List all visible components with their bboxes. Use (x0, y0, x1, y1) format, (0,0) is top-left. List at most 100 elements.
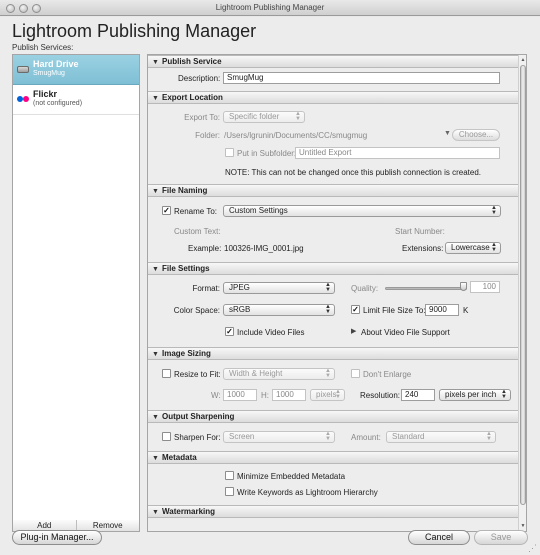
resize-grip-icon[interactable]: ⋰ (528, 543, 538, 553)
width-label: W: (211, 391, 221, 400)
quality-field[interactable]: 100 (470, 281, 500, 293)
flickr-icon (17, 93, 29, 105)
minimize-metadata-checkbox[interactable] (225, 471, 234, 480)
about-video-disclosure-icon[interactable]: ▶ (351, 327, 356, 335)
hard-drive-icon (17, 66, 29, 73)
popup-arrows-icon: ▲ ▼ (335, 389, 341, 400)
limit-file-size-unit: K (463, 306, 469, 315)
section-title: File Naming (162, 186, 208, 195)
section-title: Metadata (162, 453, 197, 462)
dont-enlarge-label: Don't Enlarge (363, 370, 412, 379)
popup-arrows-icon: ▲ ▼ (491, 205, 497, 216)
settings-pane: ▼ Publish Service Description: SmugMug ▼… (147, 54, 527, 532)
color-space-popup[interactable]: sRGB ▲ ▼ (223, 304, 335, 316)
custom-text-label: Custom Text: (174, 227, 221, 236)
limit-file-size-field[interactable]: 9000 (425, 304, 459, 316)
section-title: Output Sharpening (162, 412, 235, 421)
zoom-window-icon[interactable] (32, 4, 41, 13)
plugin-manager-button[interactable]: Plug-in Manager... (12, 530, 102, 545)
popup-arrows-icon: ▲ ▼ (325, 431, 331, 442)
resolution-unit-value: pixels per inch (445, 390, 497, 399)
description-label: Description: (178, 74, 221, 83)
limit-file-size-checkbox[interactable]: ✓ (351, 305, 360, 314)
service-name: Flickr (33, 89, 58, 99)
settings-scrollbar[interactable]: ▲ ▼ (518, 55, 526, 531)
width-field[interactable]: 1000 (223, 389, 257, 401)
cancel-button[interactable]: Cancel (408, 530, 470, 545)
service-name: Hard Drive (33, 59, 79, 69)
section-header-metadata[interactable]: ▼ Metadata (148, 451, 519, 464)
popup-arrows-icon: ▲ ▼ (486, 431, 492, 442)
include-video-checkbox[interactable]: ✓ (225, 327, 234, 336)
sharpen-for-checkbox[interactable] (162, 432, 171, 441)
scrollbar-thumb[interactable] (520, 65, 526, 505)
choose-folder-button[interactable]: Choose... (452, 129, 500, 141)
rename-template-value: Custom Settings (229, 206, 288, 215)
rename-template-popup[interactable]: Custom Settings ▲ ▼ (223, 205, 501, 217)
write-keywords-checkbox[interactable] (225, 487, 234, 496)
dont-enlarge-checkbox[interactable] (351, 369, 360, 378)
scroll-up-icon[interactable]: ▲ (520, 57, 526, 63)
height-field[interactable]: 1000 (272, 389, 306, 401)
popup-arrows-icon: ▲ ▼ (295, 111, 301, 122)
close-window-icon[interactable] (6, 4, 15, 13)
example-label: Example: (188, 244, 222, 253)
disclosure-triangle-icon: ▼ (152, 59, 159, 66)
disclosure-triangle-icon: ▼ (152, 414, 159, 421)
resize-to-fit-value: Width & Height (229, 369, 283, 378)
folder-label: Folder: (195, 131, 220, 140)
resolution-field[interactable]: 240 (401, 389, 435, 401)
put-in-subfolder-checkbox[interactable] (225, 148, 234, 157)
disclosure-triangle-icon: ▼ (152, 351, 159, 358)
section-title: File Settings (162, 264, 210, 273)
subfolder-field[interactable]: Untitled Export (295, 147, 500, 159)
sharpen-for-label: Sharpen For: (174, 433, 221, 442)
export-to-popup[interactable]: Specific folder ▲ ▼ (223, 111, 305, 123)
amount-popup[interactable]: Standard ▲ ▼ (386, 431, 496, 443)
resolution-unit-popup[interactable]: pixels per inch ▲ ▼ (439, 389, 511, 401)
rename-to-checkbox[interactable]: ✓ (162, 206, 171, 215)
size-units-popup[interactable]: pixels ▲ ▼ (310, 389, 345, 401)
save-button[interactable]: Save (474, 530, 528, 545)
disclosure-triangle-icon: ▼ (152, 95, 159, 102)
window-titlebar: Lightroom Publishing Manager (0, 0, 540, 16)
page-title: Lightroom Publishing Manager (12, 21, 257, 41)
popup-arrows-icon: ▲ ▼ (325, 368, 331, 379)
publish-services-list[interactable]: Hard Drive SmugMug Flickr (not configure… (12, 54, 140, 521)
color-space-label: Color Space: (173, 306, 220, 315)
section-header-file-settings[interactable]: ▼ File Settings (148, 262, 519, 275)
resize-to-fit-checkbox[interactable] (162, 369, 171, 378)
format-label: Format: (192, 284, 220, 293)
section-header-image-sizing[interactable]: ▼ Image Sizing (148, 347, 519, 360)
format-popup[interactable]: JPEG ▲ ▼ (223, 282, 335, 294)
limit-file-size-label: Limit File Size To: (363, 306, 426, 315)
folder-path: /Users/lgrunin/Documents/CC/smugmug (224, 131, 368, 140)
resize-to-fit-label: Resize to Fit: (174, 370, 221, 379)
folder-history-icon[interactable]: ▼ (444, 130, 451, 137)
extensions-value: Lowercase (451, 243, 490, 252)
description-field[interactable]: SmugMug (223, 72, 500, 84)
about-video-support-link[interactable]: About Video File Support (361, 328, 450, 337)
section-header-export-location[interactable]: ▼ Export Location (148, 91, 519, 104)
minimize-window-icon[interactable] (19, 4, 28, 13)
flickr-pink-dot (23, 96, 29, 102)
scroll-down-icon[interactable]: ▼ (520, 523, 526, 529)
section-header-publish-service[interactable]: ▼ Publish Service (148, 55, 519, 68)
quality-slider-track[interactable] (385, 287, 467, 290)
rename-to-label: Rename To: (174, 207, 217, 216)
service-item-flickr[interactable]: Flickr (not configured) (13, 85, 139, 115)
extensions-popup[interactable]: Lowercase ▲ ▼ (445, 242, 501, 254)
height-label: H: (261, 391, 269, 400)
window-title: Lightroom Publishing Manager (215, 3, 325, 12)
popup-arrows-icon: ▲ ▼ (491, 242, 497, 253)
sharpen-for-popup[interactable]: Screen ▲ ▼ (223, 431, 335, 443)
section-title: Watermarking (162, 507, 216, 516)
disclosure-triangle-icon: ▼ (152, 266, 159, 273)
service-item-hard-drive[interactable]: Hard Drive SmugMug (13, 55, 139, 85)
quality-slider-thumb[interactable] (460, 282, 467, 291)
resize-to-fit-popup[interactable]: Width & Height ▲ ▼ (223, 368, 335, 380)
start-number-label: Start Number: (395, 227, 445, 236)
section-header-output-sharpening[interactable]: ▼ Output Sharpening (148, 410, 519, 423)
section-header-file-naming[interactable]: ▼ File Naming (148, 184, 519, 197)
section-header-watermarking[interactable]: ▼ Watermarking (148, 505, 519, 518)
